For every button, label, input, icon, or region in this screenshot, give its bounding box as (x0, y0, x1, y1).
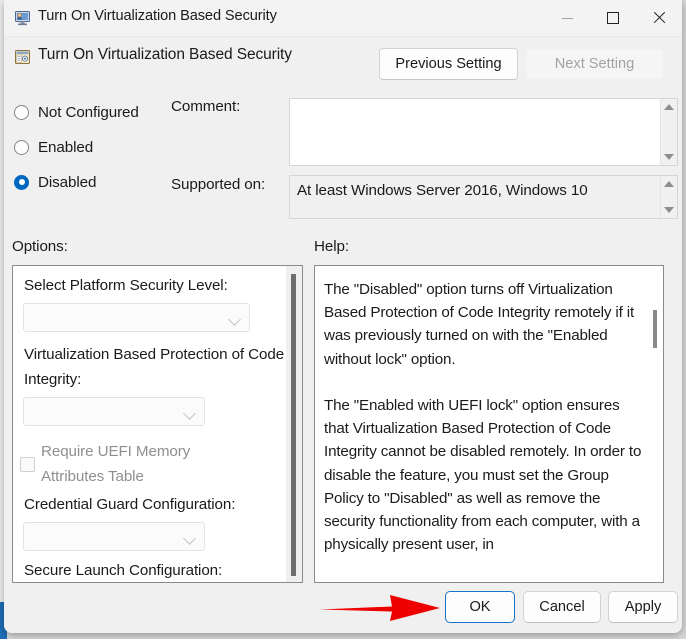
chevron-down-icon (183, 407, 196, 420)
close-icon (653, 12, 665, 24)
chevron-down-icon (228, 313, 241, 326)
scrollbar-thumb[interactable] (653, 310, 657, 348)
supported-on-value: At least Windows Server 2016, Windows 10 (297, 182, 588, 199)
options-label: Options: (12, 238, 68, 255)
scroll-down-icon[interactable] (664, 207, 674, 213)
help-label: Help: (314, 238, 349, 255)
ok-button[interactable]: OK (445, 591, 515, 623)
radio-label: Not Configured (38, 104, 139, 121)
help-panel: The "Disabled" option turns off Virtuali… (314, 265, 664, 583)
comment-input[interactable] (289, 98, 678, 166)
radio-indicator (14, 105, 29, 120)
policy-setting-dialog: Turn On Virtualization Based Security (4, 0, 682, 633)
radio-enabled[interactable]: Enabled (14, 136, 93, 158)
supported-on-field: At least Windows Server 2016, Windows 10 (289, 175, 678, 219)
scroll-down-icon[interactable] (664, 154, 674, 160)
radio-indicator (14, 140, 29, 155)
vbs-code-integrity-combobox[interactable] (23, 397, 205, 426)
apply-button[interactable]: Apply (608, 591, 678, 623)
vbs-code-integrity-label: Virtualization Based Protection of Code … (24, 342, 286, 392)
platform-security-level-combobox[interactable] (23, 303, 250, 332)
platform-security-level-label: Select Platform Security Level: (24, 277, 228, 294)
comment-scrollbar[interactable] (660, 99, 677, 165)
require-uefi-memory-attributes-label: Require UEFI Memory Attributes Table (41, 439, 241, 489)
setting-title: Turn On Virtualization Based Security (38, 46, 292, 64)
credential-guard-configuration-label: Credential Guard Configuration: (24, 496, 235, 513)
options-panel: Select Platform Security Level: Virtuali… (12, 265, 303, 583)
radio-disabled[interactable]: Disabled (14, 171, 96, 193)
radio-not-configured[interactable]: Not Configured (14, 101, 139, 123)
close-button[interactable] (636, 0, 682, 36)
options-panel-scrollbar[interactable] (286, 266, 302, 582)
scrollbar-thumb[interactable] (291, 274, 296, 576)
require-uefi-memory-attributes-checkbox (20, 457, 35, 472)
radio-indicator-selected (14, 175, 29, 190)
credential-guard-configuration-combobox[interactable] (23, 522, 205, 551)
titlebar: Turn On Virtualization Based Security (4, 0, 682, 37)
scroll-up-icon[interactable] (664, 181, 674, 187)
window-title: Turn On Virtualization Based Security (38, 8, 277, 24)
group-policy-setting-icon (14, 49, 31, 65)
radio-label: Disabled (38, 174, 96, 191)
comment-label: Comment: (171, 98, 240, 115)
next-setting-button: Next Setting (525, 48, 664, 80)
previous-setting-label: Previous Setting (395, 56, 501, 72)
maximize-icon (607, 12, 619, 24)
previous-setting-button[interactable]: Previous Setting (379, 48, 518, 80)
policy-monitor-icon (14, 10, 31, 26)
supported-on-scrollbar[interactable] (660, 176, 677, 218)
next-setting-label: Next Setting (555, 56, 635, 72)
apply-label: Apply (625, 599, 662, 615)
supported-on-label: Supported on: (171, 176, 265, 193)
help-text: The "Disabled" option turns off Virtuali… (324, 278, 642, 556)
maximize-button[interactable] (590, 0, 636, 36)
help-panel-scrollbar[interactable] (647, 266, 663, 582)
secure-launch-configuration-label: Secure Launch Configuration: (24, 562, 222, 579)
minimize-button[interactable] (544, 0, 590, 36)
screen: Turn On Virtualization Based Security (0, 0, 686, 639)
minimize-icon (562, 18, 573, 19)
radio-label: Enabled (38, 139, 93, 156)
cancel-button[interactable]: Cancel (523, 591, 601, 623)
chevron-down-icon (183, 532, 196, 545)
cancel-label: Cancel (539, 599, 584, 615)
scroll-up-icon[interactable] (664, 104, 674, 110)
ok-label: OK (469, 599, 490, 615)
